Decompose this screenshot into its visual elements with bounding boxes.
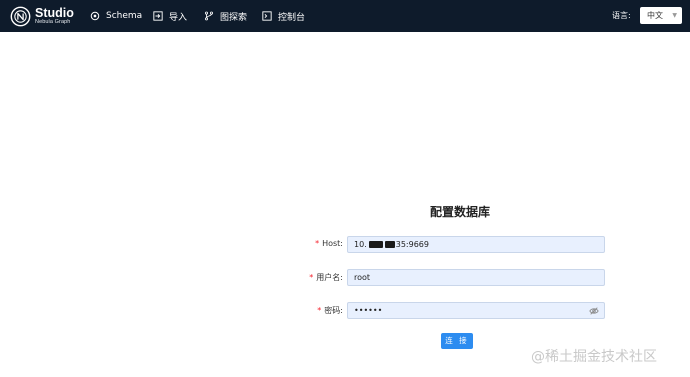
- nav-item-explore[interactable]: 图探索: [204, 9, 247, 23]
- nav-label: Schema: [106, 11, 143, 21]
- console-icon: [262, 11, 272, 21]
- username-value: root: [354, 273, 371, 282]
- nav-label: 图探索: [220, 12, 248, 23]
- required-asterisk: *: [315, 239, 320, 248]
- required-asterisk: *: [309, 273, 314, 282]
- nav-item-console[interactable]: 控制台: [262, 9, 305, 23]
- eye-icon[interactable]: [589, 306, 599, 316]
- explore-icon: [205, 11, 213, 21]
- brand[interactable]: Studio Nebula Graph: [10, 5, 74, 27]
- nebula-logo-icon: [10, 6, 31, 26]
- schema-icon: [90, 11, 100, 21]
- host-input[interactable]: 10. 35:9669: [347, 236, 605, 253]
- host-value-start: 10.: [354, 240, 367, 249]
- top-navbar: Studio Nebula Graph Schema 导入 图探索 控制台 语言…: [0, 0, 690, 32]
- host-value-end: 35:9669: [395, 240, 429, 249]
- form-title: 配置数据库: [429, 205, 490, 219]
- required-asterisk: *: [317, 306, 322, 315]
- chevron-down-icon: ▼: [672, 12, 677, 19]
- brand-title: Studio: [35, 5, 74, 20]
- nav-label: 控制台: [278, 12, 306, 23]
- password-value: ••••••: [354, 306, 383, 315]
- username-input[interactable]: root: [347, 269, 605, 286]
- language-label: 语言:: [612, 11, 631, 20]
- import-icon: [153, 11, 163, 21]
- username-label: * 用户名:: [309, 273, 343, 282]
- nav-item-import[interactable]: 导入: [153, 9, 187, 23]
- language-selected: 中文: [647, 11, 663, 20]
- password-label: * 密码:: [317, 306, 343, 315]
- password-input[interactable]: ••••••: [347, 302, 605, 319]
- host-label: * Host:: [315, 239, 343, 248]
- connect-button[interactable]: 连 接: [441, 333, 473, 349]
- watermark: @稀土掘金技术社区: [531, 349, 657, 365]
- redaction-mark: [368, 241, 383, 248]
- language-select[interactable]: 中文 ▼: [640, 7, 682, 24]
- brand-subtitle: Nebula Graph: [35, 19, 71, 25]
- nav-label: 导入: [169, 12, 188, 23]
- redaction-mark: [384, 241, 395, 248]
- nav-item-schema[interactable]: Schema: [90, 9, 142, 23]
